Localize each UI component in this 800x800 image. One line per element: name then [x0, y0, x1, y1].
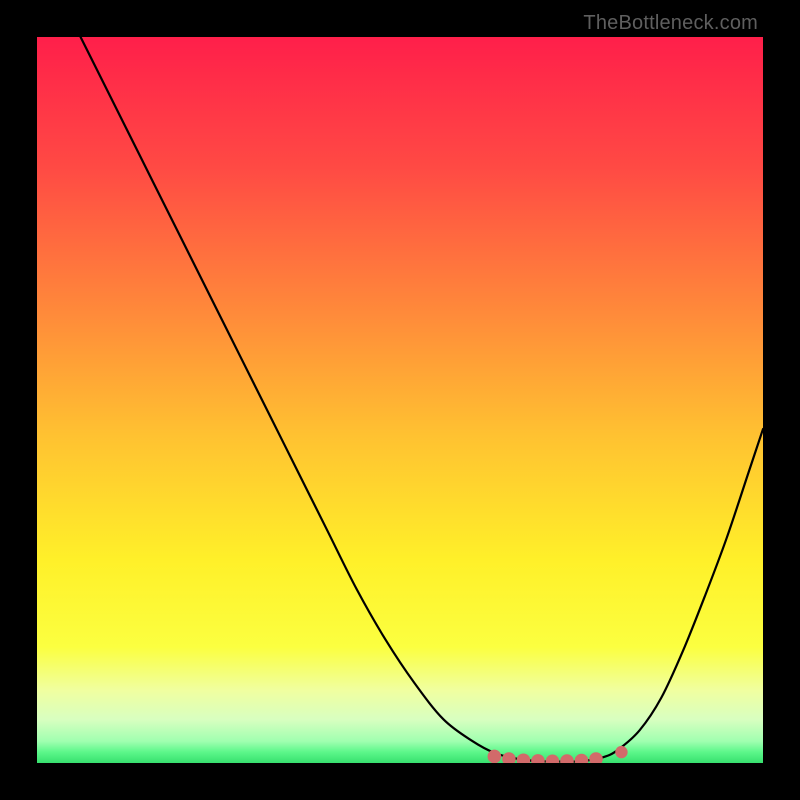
min-marker: [589, 752, 603, 763]
min-marker: [560, 754, 574, 763]
min-marker: [615, 746, 627, 758]
min-marker: [575, 754, 589, 763]
min-marker: [531, 754, 545, 763]
curve-layer: [37, 37, 763, 763]
bottleneck-curve: [37, 37, 763, 762]
chart-frame: TheBottleneck.com: [0, 0, 800, 800]
min-range-markers: [488, 746, 628, 763]
min-marker: [488, 750, 502, 763]
watermark-text: TheBottleneck.com: [583, 12, 758, 35]
min-marker: [546, 754, 560, 763]
plot-area: [37, 37, 763, 763]
min-marker: [502, 752, 516, 763]
min-marker: [517, 753, 531, 763]
